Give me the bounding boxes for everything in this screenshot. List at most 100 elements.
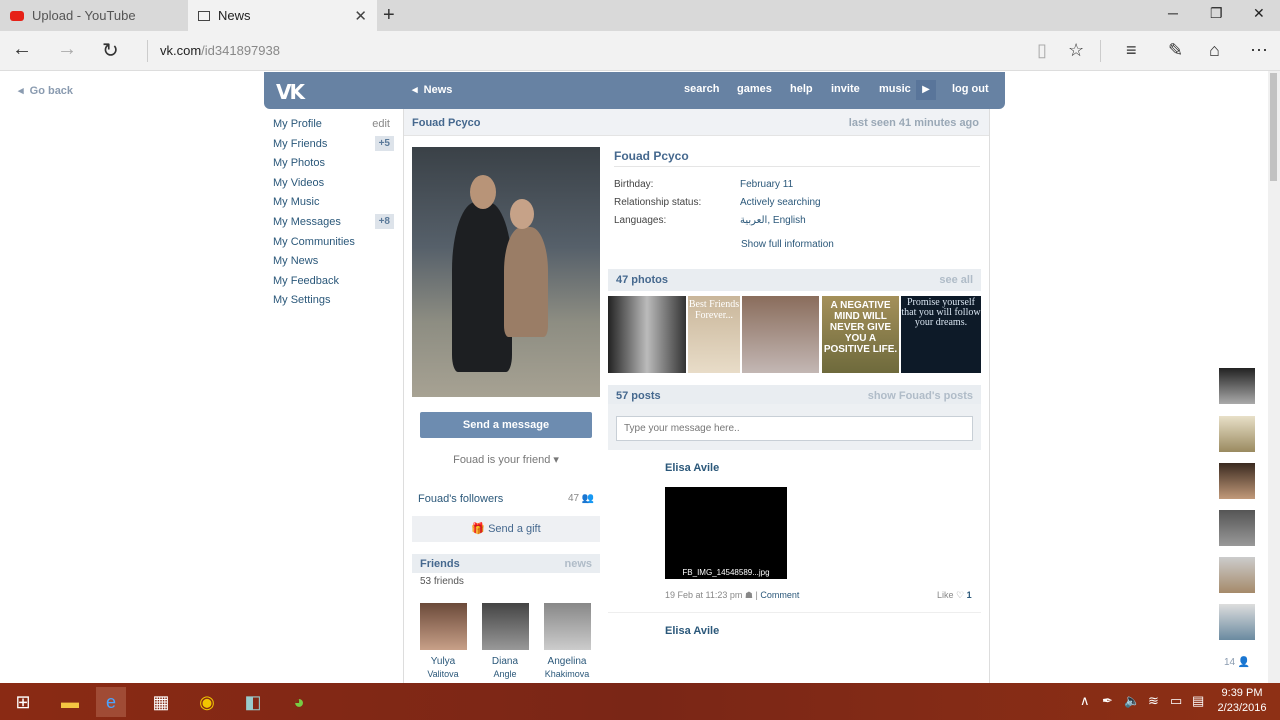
photos-header[interactable]: 47 photos see all (608, 269, 981, 291)
tab-news[interactable]: News ✕ (188, 0, 377, 31)
windows-start-icon[interactable]: ⊞ (8, 687, 38, 717)
rail-count: 14 👤 (1224, 657, 1250, 668)
rail-avatar[interactable] (1219, 463, 1255, 499)
scrollbar-thumb[interactable] (1270, 73, 1277, 181)
forward-icon[interactable]: → (57, 38, 77, 61)
go-back-link[interactable]: ◂ Go back (18, 84, 73, 97)
scrollbar[interactable] (1268, 71, 1280, 683)
photo-text: Best Friends Forever... (688, 299, 740, 321)
battery-icon[interactable]: ▭ (1170, 693, 1182, 709)
header-news-link[interactable]: ◂ News (412, 83, 452, 96)
page-icon (198, 10, 210, 21)
photo-thumb[interactable] (742, 296, 819, 373)
menu-label: My Communities (273, 235, 355, 248)
photo-thumb[interactable]: A NEGATIVE MIND WILL NEVER GIVE YOU A PO… (822, 296, 899, 373)
back-icon[interactable]: ← (12, 38, 32, 61)
followers-link[interactable]: Fouad's followers (418, 493, 503, 505)
file-explorer-icon[interactable]: ▬ (55, 687, 85, 717)
rail-avatar[interactable] (1219, 416, 1255, 452)
see-all-link[interactable]: see all (939, 274, 973, 286)
header-invite-link[interactable]: invite (831, 83, 860, 95)
menu-item-news[interactable]: My News (273, 255, 398, 275)
photo-thumb[interactable]: Best Friends Forever... (688, 296, 740, 373)
maximize-icon[interactable]: ❐ (1210, 5, 1223, 22)
friend-status-dropdown[interactable]: Fouad is your friend ▾ (404, 453, 608, 466)
rail-avatar[interactable] (1219, 368, 1255, 404)
hub-icon[interactable]: ≡ (1126, 40, 1137, 61)
vk-logo[interactable]: VK (276, 80, 305, 104)
store-icon[interactable]: ▦ (146, 687, 176, 717)
post-author[interactable]: Elisa Avile (665, 625, 719, 637)
friend-card[interactable]: Yulya Valitova (413, 603, 473, 680)
menu-item-feedback[interactable]: My Feedback (273, 275, 398, 295)
photo-thumb[interactable] (608, 296, 686, 373)
close-icon[interactable]: ✕ (354, 7, 367, 25)
header-logout-link[interactable]: log out (952, 83, 989, 95)
profile-photo[interactable] (412, 147, 600, 397)
show-posts-link[interactable]: show Fouad's posts (868, 390, 973, 402)
window-close-icon[interactable]: ✕ (1253, 5, 1265, 22)
tray-chevron-icon[interactable]: ∧ (1080, 693, 1090, 709)
minimize-icon[interactable]: ─ (1168, 5, 1178, 21)
rail-avatar[interactable] (1219, 604, 1255, 640)
reading-view-icon[interactable]: ▯ (1037, 40, 1047, 61)
friends-header[interactable]: Friends news (412, 554, 600, 573)
edit-link[interactable]: edit (372, 118, 390, 130)
menu-item-photos[interactable]: My Photos (273, 157, 398, 177)
volume-icon[interactable]: 🔈 (1124, 693, 1140, 709)
friends-news-link[interactable]: news (564, 558, 592, 570)
url-field[interactable]: vk.com/id341897938 (160, 43, 280, 58)
web-note-icon[interactable]: ✎ (1168, 40, 1183, 61)
message-input[interactable]: Type your message here.. (616, 416, 973, 441)
app-icon[interactable]: ◧ (238, 687, 268, 717)
friend-card[interactable]: Diana Angle (475, 603, 535, 680)
photo-thumb[interactable]: Promise yourself that you will follow yo… (901, 296, 981, 373)
new-tab-icon[interactable]: + (383, 4, 395, 27)
pen-icon[interactable]: ✒ (1102, 693, 1113, 709)
rail-avatar[interactable] (1219, 557, 1255, 593)
clock[interactable]: 9:39 PM 2/23/2016 (1212, 686, 1272, 716)
menu-label: My Settings (273, 294, 331, 307)
like-count: 1 (966, 590, 972, 600)
header-games-link[interactable]: games (737, 83, 772, 95)
avatar (419, 603, 467, 650)
messages-badge: +8 (374, 213, 394, 229)
tab-youtube[interactable]: Upload - YouTube (0, 0, 188, 31)
relationship-value[interactable]: Actively searching (740, 197, 821, 208)
notifications-icon[interactable]: ▤ (1192, 693, 1204, 709)
menu-item-messages[interactable]: My Messages +8 (273, 213, 398, 236)
post-image[interactable]: FB_IMG_14548589...jpg (665, 487, 787, 579)
share-icon[interactable]: ⌂ (1209, 40, 1220, 61)
followers-count: 47 👥 (568, 493, 594, 504)
languages-value[interactable]: العربية, English (740, 215, 806, 226)
info-label: Relationship status: (614, 197, 702, 208)
edge-icon[interactable]: e (96, 687, 126, 717)
menu-label: My Music (273, 196, 320, 209)
like-button[interactable]: Like ♡ 1 (937, 590, 972, 601)
send-gift-button[interactable]: 🎁 Send a gift (412, 516, 600, 542)
play-icon[interactable]: ▶ (916, 80, 936, 100)
menu-item-videos[interactable]: My Videos (273, 177, 398, 197)
show-full-info-link[interactable]: Show full information (741, 239, 834, 250)
rail-avatar[interactable] (1219, 510, 1255, 546)
send-message-button[interactable]: Send a message (420, 412, 592, 438)
header-music-link[interactable]: music (879, 83, 911, 95)
app-icon[interactable]: ◕ (284, 687, 314, 717)
info-label: Languages: (614, 215, 667, 226)
vk-header: VK ◂ News search games help invite music… (264, 72, 1005, 109)
favorite-star-icon[interactable]: ☆ (1068, 40, 1084, 61)
wifi-icon[interactable]: ≋ (1148, 693, 1159, 709)
birthday-value[interactable]: February 11 (740, 179, 793, 190)
refresh-icon[interactable]: ↻ (102, 38, 119, 63)
comment-link[interactable]: Comment (760, 590, 799, 600)
menu-item-settings[interactable]: My Settings (273, 294, 398, 314)
chrome-icon[interactable]: ◉ (192, 687, 222, 717)
menu-item-friends[interactable]: My Friends +5 (273, 135, 398, 158)
header-search-link[interactable]: search (684, 83, 719, 95)
menu-item-communities[interactable]: My Communities (273, 236, 398, 256)
post-author[interactable]: Elisa Avile (665, 462, 719, 474)
more-icon[interactable]: ⋯ (1250, 40, 1268, 61)
header-help-link[interactable]: help (790, 83, 813, 95)
photos-title: 47 photos (616, 274, 668, 286)
friend-card[interactable]: Angelina Khakimova (537, 603, 597, 680)
